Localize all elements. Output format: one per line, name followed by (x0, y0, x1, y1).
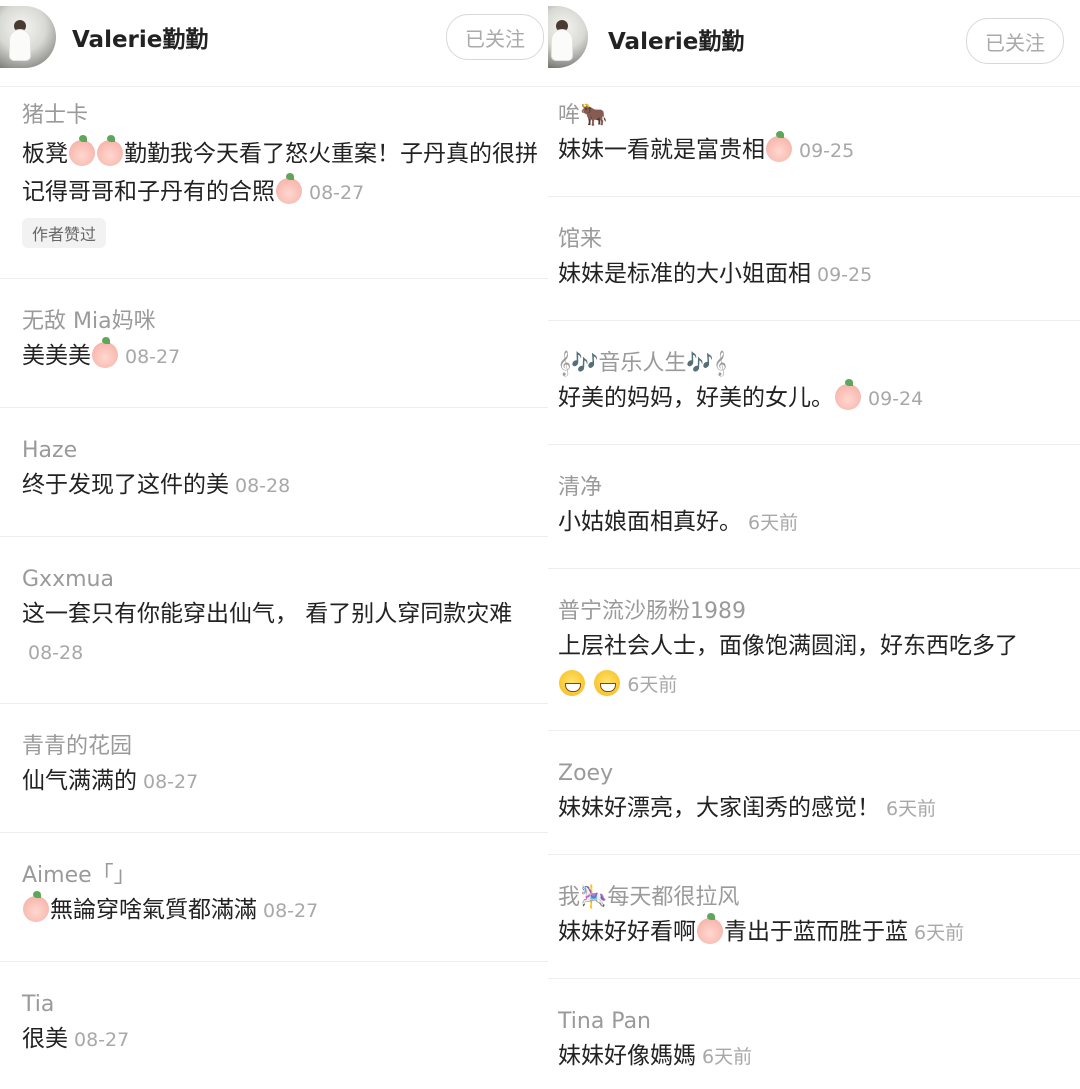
comment-text: 妹妹一看就是富贵相 09-25 (558, 131, 855, 163)
comment-item[interactable]: 清净 小姑娘面相真好。 6天前 (548, 445, 1080, 569)
comment-date: 6天前 (914, 922, 965, 944)
comment-author[interactable]: 清净 (558, 473, 1080, 503)
peach-face-icon (23, 891, 49, 922)
comment-author[interactable]: 青青的花园 (22, 732, 548, 762)
comment-item[interactable]: Haze 终于发现了这件的美 08-28 (0, 408, 548, 537)
ox-icon: 🐂 (580, 103, 608, 128)
comment-text: 妹妹好漂亮，大家闺秀的感觉！ 6天前 (558, 795, 937, 821)
screenshot-collage: Valerie勤勤 已关注 猪士卡 板凳 勤勤我今天看了怒火重案！子丹真的很拼 记… (0, 0, 1080, 1089)
comment-author[interactable]: Gxxmua (22, 565, 548, 595)
comment-author[interactable]: 𝄞🎶音乐人生🎶𝄞 (558, 349, 1080, 379)
comment-author[interactable]: Tina Pan (558, 1007, 1080, 1037)
avatar[interactable] (0, 6, 56, 68)
comment-text: 美美美 08-27 (22, 337, 181, 369)
profile-header: Valerie勤勤 已关注 (548, 0, 1080, 87)
comment-text: 很美 08-27 (22, 1026, 130, 1052)
username[interactable]: Valerie勤勤 (608, 22, 744, 56)
comment-text: 小姑娘面相真好。 6天前 (558, 509, 799, 535)
author-liked-badge: 作者赞过 (22, 218, 107, 248)
peach-face-icon (835, 379, 861, 410)
profile-header: Valerie勤勤 已关注 (0, 0, 548, 87)
comment-item[interactable]: Tia 很美 08-27 (0, 962, 548, 1089)
comment-text: 無論穿啥氣質都滿滿 08-27 (22, 891, 548, 930)
comment-author[interactable]: 无敌 Mia妈咪 (22, 307, 548, 337)
comment-item[interactable]: 无敌 Mia妈咪 美美美 08-27 (0, 279, 548, 408)
username[interactable]: Valerie勤勤 (72, 20, 208, 54)
comment-date: 08-27 (125, 346, 181, 368)
avatar[interactable] (548, 6, 588, 68)
left-comment-panel: Valerie勤勤 已关注 猪士卡 板凳 勤勤我今天看了怒火重案！子丹真的很拼 记… (0, 0, 548, 1089)
comment-item[interactable]: 青青的花园 仙气满满的 08-27 (0, 704, 548, 833)
comment-author[interactable]: 普宁流沙肠粉1989 (558, 597, 1080, 627)
comment-author[interactable]: 馆来 (558, 225, 1080, 255)
comment-item[interactable]: Gxxmua 这一套只有你能穿出仙气， 看了别人穿同款灾难08-28 (0, 537, 548, 704)
comment-date: 6天前 (886, 798, 937, 820)
comment-item[interactable]: Zoey 妹妹好漂亮，大家闺秀的感觉！ 6天前 (548, 731, 1080, 855)
comment-author[interactable]: 我🎠每天都很拉风 (558, 883, 1080, 913)
right-comment-panel: Valerie勤勤 已关注 哞🐂 妹妹一看就是富贵相 09-25 馆来 妹妹是标准… (548, 0, 1080, 1089)
peach-face-icon (92, 337, 118, 368)
comment-date: 08-27 (263, 900, 319, 922)
comment-text: 板凳 勤勤我今天看了怒火重案！子丹真的很拼 记得哥哥和子丹有的合照 08-27 (22, 135, 538, 205)
comment-text: 终于发现了这件的美 08-28 (22, 472, 291, 498)
comment-text: 上层社会人士，面像饱满圆润，好东西吃多了 6天前 (558, 633, 1018, 696)
comment-text: 妹妹好好看啊 青出于蓝而胜于蓝 6天前 (558, 913, 965, 945)
comment-date: 09-25 (799, 140, 855, 162)
comment-text: 妹妹好像媽媽 6天前 (558, 1043, 753, 1069)
comment-author[interactable]: Haze (22, 436, 548, 466)
grinning-face-icon (594, 670, 621, 696)
comment-item[interactable]: 我🎠每天都很拉风 妹妹好好看啊 青出于蓝而胜于蓝 6天前 (548, 855, 1080, 979)
peach-face-icon (97, 135, 123, 166)
comment-date: 09-25 (817, 264, 873, 286)
peach-face-icon (766, 131, 792, 162)
comment-text: 好美的妈妈，好美的女儿。 09-24 (558, 379, 924, 411)
comment-author[interactable]: Aimee「」 (22, 861, 548, 891)
follow-button[interactable]: 已关注 (966, 18, 1064, 64)
comment-date: 6天前 (748, 512, 799, 534)
comment-text: 妹妹是标准的大小姐面相 09-25 (558, 261, 873, 287)
comment-item[interactable]: 馆来 妹妹是标准的大小姐面相 09-25 (548, 197, 1080, 321)
comment-author[interactable]: 哞🐂 (558, 101, 1080, 131)
comment-date: 08-28 (28, 642, 84, 664)
comment-date: 09-24 (868, 388, 924, 410)
comment-date: 6天前 (702, 1046, 753, 1068)
comment-date: 08-28 (235, 475, 291, 497)
comment-item[interactable]: 𝄞🎶音乐人生🎶𝄞 好美的妈妈，好美的女儿。 09-24 (548, 321, 1080, 445)
comment-item[interactable]: 普宁流沙肠粉1989 上层社会人士，面像饱满圆润，好东西吃多了 6天前 (548, 569, 1080, 731)
comment-author[interactable]: Tia (22, 990, 548, 1020)
comment-item[interactable]: 猪士卡 板凳 勤勤我今天看了怒火重案！子丹真的很拼 记得哥哥和子丹有的合照 08-2… (0, 87, 548, 279)
carousel-horse-icon: 🎠 (580, 885, 608, 910)
comment-text: 这一套只有你能穿出仙气， 看了别人穿同款灾难08-28 (22, 601, 513, 664)
comment-item[interactable]: 哞🐂 妹妹一看就是富贵相 09-25 (548, 87, 1080, 197)
peach-face-icon (69, 135, 95, 166)
follow-button[interactable]: 已关注 (446, 14, 544, 60)
comment-date: 6天前 (627, 674, 678, 696)
comment-item[interactable]: Tina Pan 妹妹好像媽媽 6天前 (548, 979, 1080, 1089)
comment-author[interactable]: Zoey (558, 759, 1080, 789)
comment-date: 08-27 (143, 771, 199, 793)
peach-face-icon (697, 913, 723, 944)
comment-text: 仙气满满的 08-27 (22, 768, 199, 794)
comment-item[interactable]: Aimee「」 無論穿啥氣質都滿滿 08-27 (0, 833, 548, 962)
peach-face-icon (276, 173, 302, 204)
comment-author[interactable]: 猪士卡 (22, 101, 548, 131)
grinning-face-icon (559, 670, 585, 696)
comment-date: 08-27 (309, 182, 365, 204)
comment-date: 08-27 (74, 1029, 130, 1051)
